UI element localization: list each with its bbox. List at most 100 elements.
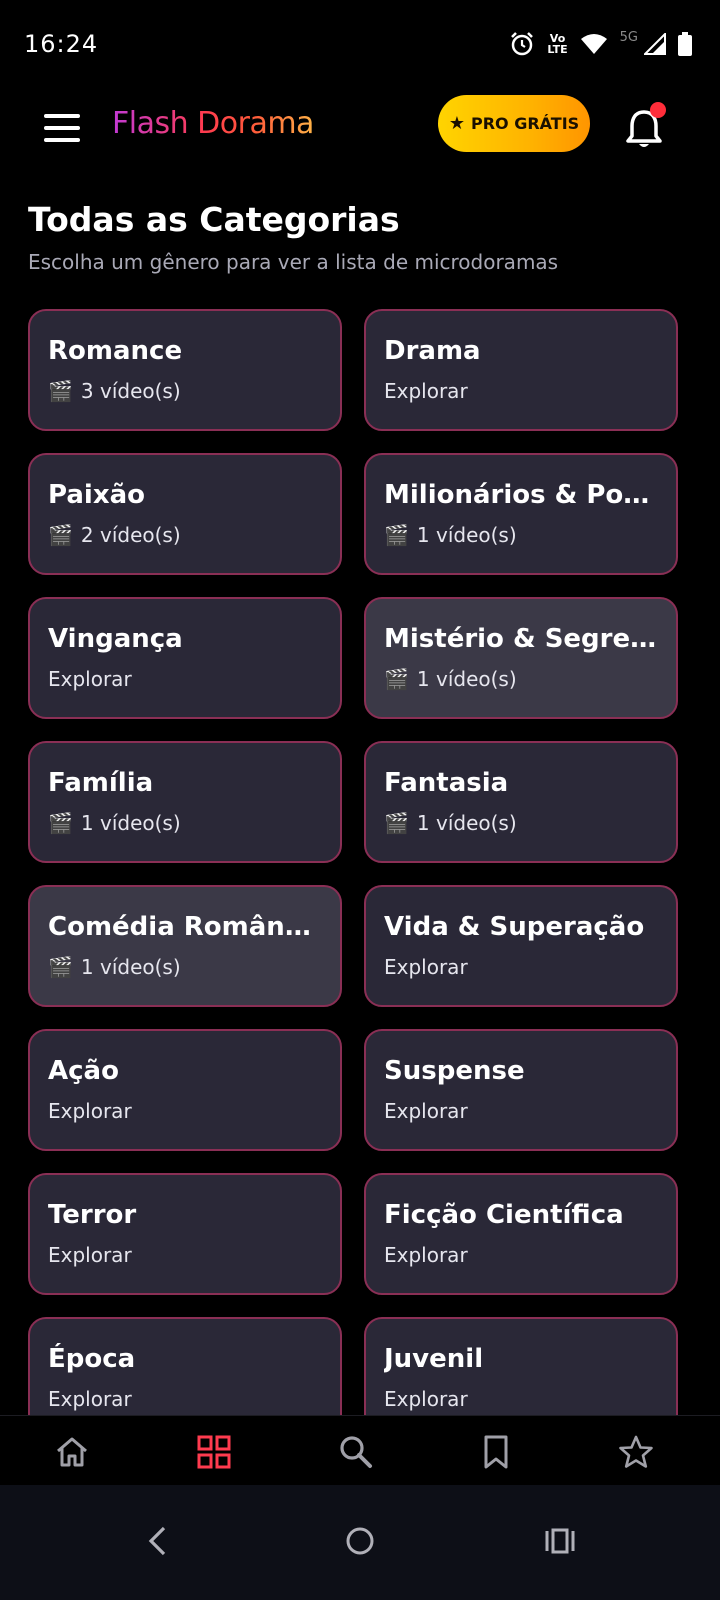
category-card[interactable]: Suspense Explorar <box>364 1029 678 1151</box>
category-title: Romance <box>48 336 183 366</box>
status-time: 16:24 <box>24 30 99 58</box>
category-info: 🎬 1 vídeo(s) <box>384 667 658 691</box>
category-card[interactable]: Juvenil Explorar <box>364 1317 678 1415</box>
notification-badge <box>650 102 666 118</box>
category-card[interactable]: Comédia Romântica 🎬 1 vídeo(s) <box>28 885 342 1007</box>
category-title: Vingança <box>48 624 183 654</box>
category-card[interactable]: Romance 🎬 3 vídeo(s) <box>28 309 342 431</box>
category-info: Explorar <box>384 955 658 979</box>
category-info: Explorar <box>384 1387 658 1411</box>
menu-button[interactable] <box>44 110 82 146</box>
clapperboard-icon: 🎬 <box>384 667 409 691</box>
category-title: Drama <box>384 336 481 366</box>
category-info-text: 1 vídeo(s) <box>416 811 517 835</box>
category-title: Paixão <box>48 480 145 510</box>
home-circle-icon[interactable] <box>344 1525 376 1557</box>
category-info: Explorar <box>48 667 322 691</box>
category-title: Mistério & Segredos <box>384 624 658 654</box>
clapperboard-icon: 🎬 <box>48 379 73 403</box>
category-info-text: 1 vídeo(s) <box>416 667 517 691</box>
category-info: Explorar <box>48 1387 322 1411</box>
category-card[interactable]: Mistério & Segredos 🎬 1 vídeo(s) <box>364 597 678 719</box>
recent-apps-icon[interactable] <box>544 1525 576 1557</box>
category-info: 🎬 1 vídeo(s) <box>48 811 322 835</box>
app-header: Flash Dorama ★ PRO GRÁTIS <box>0 88 720 168</box>
notifications-button[interactable] <box>624 102 668 150</box>
back-icon[interactable] <box>144 1525 170 1557</box>
app-logo[interactable]: Flash Dorama <box>112 106 314 141</box>
star-icon: ★ <box>448 113 465 134</box>
category-title: Fantasia <box>384 768 509 798</box>
category-title: Suspense <box>384 1056 525 1086</box>
category-info-text: Explorar <box>384 1387 468 1411</box>
category-title: Vida & Superação <box>384 912 645 942</box>
category-info-text: 1 vídeo(s) <box>80 955 181 979</box>
category-info-text: Explorar <box>384 955 468 979</box>
category-card[interactable]: Milionários & Pod... 🎬 1 vídeo(s) <box>364 453 678 575</box>
category-card[interactable]: Paixão 🎬 2 vídeo(s) <box>28 453 342 575</box>
category-title: Ficção Científica <box>384 1200 624 1230</box>
clapperboard-icon: 🎬 <box>384 523 409 547</box>
category-card[interactable]: Terror Explorar <box>28 1173 342 1295</box>
category-title: Milionários & Pod... <box>384 480 658 510</box>
category-title: Juvenil <box>384 1344 484 1374</box>
category-info: 🎬 1 vídeo(s) <box>384 811 658 835</box>
lte-label: LTE <box>547 43 568 56</box>
category-card[interactable]: Vingança Explorar <box>28 597 342 719</box>
pro-button-label: PRO GRÁTIS <box>470 114 580 133</box>
network-type: 5G <box>619 29 638 45</box>
category-info: 🎬 1 vídeo(s) <box>48 955 322 979</box>
category-title: Terror <box>48 1200 137 1230</box>
pro-gratis-button[interactable]: ★ PRO GRÁTIS <box>438 95 590 152</box>
menu-icon-bar <box>44 138 80 142</box>
category-card[interactable]: Ação Explorar <box>28 1029 342 1151</box>
category-info-text: 1 vídeo(s) <box>416 523 517 547</box>
category-card[interactable]: Fantasia 🎬 1 vídeo(s) <box>364 741 678 863</box>
category-info-text: 2 vídeo(s) <box>80 523 181 547</box>
volte-indicator: Vo LTE <box>547 33 567 55</box>
category-card[interactable]: Drama Explorar <box>364 309 678 431</box>
category-info-text: 1 vídeo(s) <box>80 811 181 835</box>
category-info: 🎬 1 vídeo(s) <box>384 523 658 547</box>
category-title: Comédia Romântica <box>48 912 322 942</box>
categories-icon[interactable] <box>196 1434 232 1470</box>
clapperboard-icon: 🎬 <box>384 811 409 835</box>
bottom-nav <box>0 1415 720 1485</box>
search-icon[interactable] <box>338 1434 374 1470</box>
category-info: 🎬 3 vídeo(s) <box>48 379 322 403</box>
system-navigation <box>0 1485 720 1600</box>
category-card[interactable]: Ficção Científica Explorar <box>364 1173 678 1295</box>
menu-icon-bar <box>44 126 80 130</box>
alarm-icon <box>511 32 534 56</box>
menu-icon-bar <box>44 114 80 118</box>
category-info: Explorar <box>48 1243 322 1267</box>
status-icons: Vo LTE 5G <box>509 29 692 57</box>
star-icon[interactable] <box>618 1434 654 1470</box>
category-title: Época <box>48 1344 136 1374</box>
category-info: Explorar <box>384 1099 658 1123</box>
category-info-text: Explorar <box>384 1243 468 1267</box>
category-info-text: Explorar <box>48 1243 132 1267</box>
category-info: Explorar <box>48 1099 322 1123</box>
category-card[interactable]: Família 🎬 1 vídeo(s) <box>28 741 342 863</box>
category-info-text: Explorar <box>48 667 132 691</box>
page-subtitle: Escolha um gênero para ver a lista de mi… <box>28 250 559 274</box>
bookmark-icon[interactable] <box>478 1434 514 1470</box>
signal-icon <box>644 33 666 55</box>
category-info-text: Explorar <box>48 1387 132 1411</box>
category-card[interactable]: Época Explorar <box>28 1317 342 1415</box>
clapperboard-icon: 🎬 <box>48 811 73 835</box>
category-info: Explorar <box>384 1243 658 1267</box>
category-info-text: Explorar <box>384 1099 468 1123</box>
status-bar: 16:24 Vo LTE 5G <box>0 0 720 88</box>
wifi-icon <box>580 34 607 54</box>
category-info-text: Explorar <box>384 379 468 403</box>
categories-grid: Romance 🎬 3 vídeo(s) Drama Explorar Paixão 🎬 2 … <box>28 309 678 1415</box>
category-info: 🎬 2 vídeo(s) <box>48 523 322 547</box>
home-icon[interactable] <box>54 1434 90 1470</box>
category-info-text: Explorar <box>48 1099 132 1123</box>
category-title: Ação <box>48 1056 119 1086</box>
category-title: Família <box>48 768 154 798</box>
category-card[interactable]: Vida & Superação Explorar <box>364 885 678 1007</box>
battery-icon <box>678 32 692 56</box>
